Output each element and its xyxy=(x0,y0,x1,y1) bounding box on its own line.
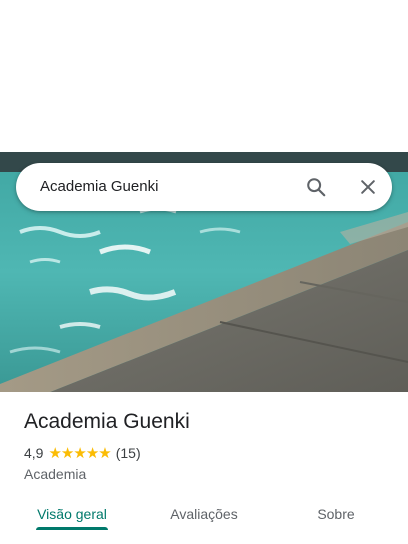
tab-reviews-label: Avaliações xyxy=(170,506,238,522)
tab-reviews[interactable]: Avaliações xyxy=(156,492,252,536)
search-button[interactable] xyxy=(302,173,330,201)
search-bar[interactable]: Academia Guenki xyxy=(16,163,392,211)
tab-about[interactable]: Sobre xyxy=(288,492,384,536)
star-icon: ★ xyxy=(85,444,99,462)
rating-row[interactable]: 4,9 ★ ★ ★ ★ ★ (15) xyxy=(24,443,394,463)
star-icon: ★ xyxy=(73,444,86,462)
search-icon xyxy=(307,178,326,197)
star-icon: ★ xyxy=(60,444,74,462)
active-tab-indicator xyxy=(36,527,108,530)
place-title: Academia Guenki xyxy=(24,410,190,433)
tab-bar: Visão geral Avaliações Sobre xyxy=(0,492,408,536)
close-icon xyxy=(361,180,375,194)
tab-about-label: Sobre xyxy=(317,506,355,522)
search-query-text[interactable]: Academia Guenki xyxy=(40,178,158,195)
tab-overview-label: Visão geral xyxy=(37,506,107,522)
blank-area xyxy=(0,0,408,152)
star-icon: ★ xyxy=(48,444,61,462)
tab-overview[interactable]: Visão geral xyxy=(24,492,120,536)
star-rating: ★ ★ ★ ★ ★ xyxy=(48,444,111,462)
close-button[interactable] xyxy=(354,173,382,201)
star-icon: ★ xyxy=(98,444,111,462)
rating-value: 4,9 xyxy=(24,445,44,461)
place-info: Academia Guenki 4,9 ★ ★ ★ ★ ★ (15) Acade… xyxy=(24,408,394,482)
place-category[interactable]: Academia xyxy=(24,466,394,482)
review-count[interactable]: (15) xyxy=(116,445,141,461)
